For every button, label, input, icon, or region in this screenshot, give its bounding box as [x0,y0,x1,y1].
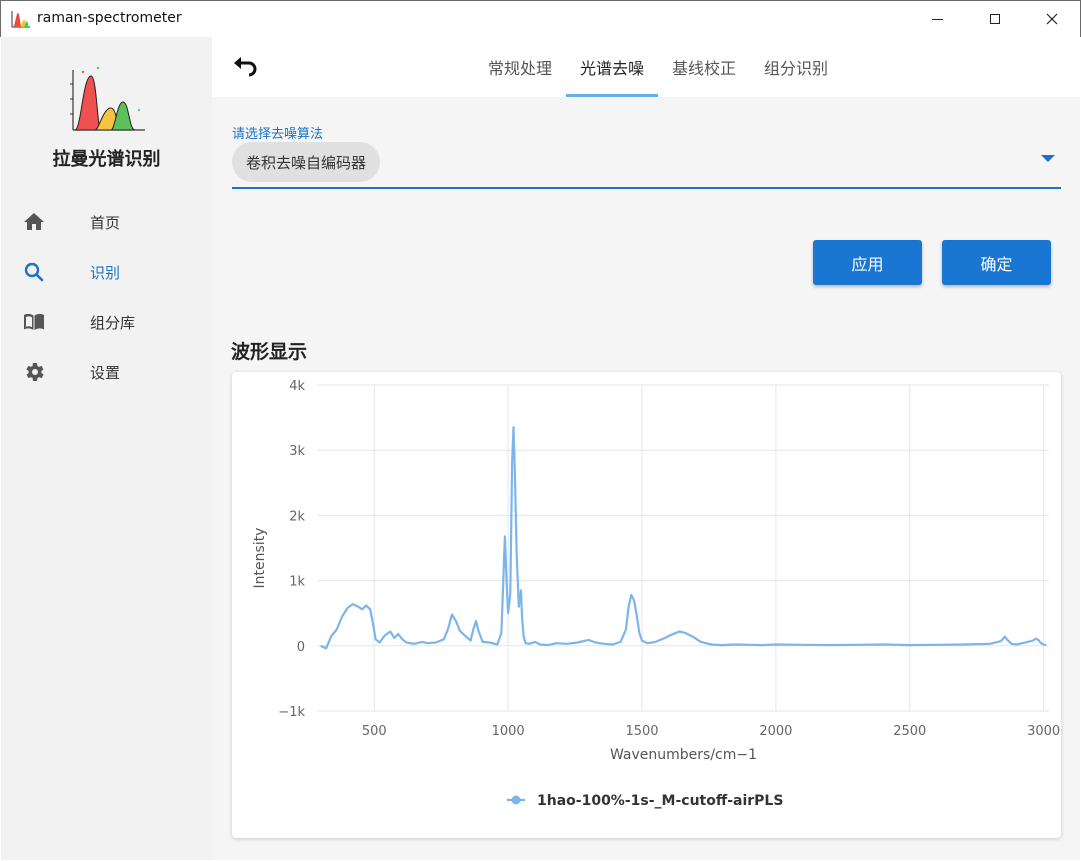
brand-title: 拉曼光谱识别 [52,149,161,170]
sidebar-item-label: 识别 [90,264,121,282]
denoise-algorithm-label: 请选择去噪算法 [232,127,324,142]
y-tick-label: −1k [278,705,305,720]
top-bar: 常规处理 光谱去噪 基线校正 组分识别 [212,37,1080,97]
series-line [320,426,1047,650]
y-tick-label: 1k [289,575,305,590]
window-title: raman-spectrometer [37,10,182,26]
title-bar: raman-spectrometer [0,0,1081,37]
y-tick-label: 4k [289,379,305,394]
maximize-button[interactable] [966,1,1024,37]
close-button[interactable] [1023,1,1081,37]
spectrum-chart: −1k 0 1k 2k 3k 4k 500 1000 1500 2000 2500 3000 Waven… [252,379,1060,809]
sidebar-item-settings[interactable]: 设置 [1,347,212,397]
y-tick-label: 0 [297,640,305,655]
search-icon [24,262,44,282]
x-tick-label: 1500 [625,724,658,739]
y-axis-title: Intensity [252,528,268,589]
sidebar-item-label: 首页 [90,214,121,232]
sidebar-item-label: 组分库 [90,314,136,332]
tab-denoise[interactable]: 光谱去噪 [566,37,659,97]
waveform-chart-card: −1k 0 1k 2k 3k 4k 500 1000 1500 2000 2500 3000 Waven… [232,372,1061,838]
x-tick-label: 2000 [759,724,792,739]
tab-baseline[interactable]: 基线校正 [658,37,750,97]
legend-label: 1hao-100%-1s-_M-cutoff-airPLS [537,793,783,809]
tab-bar: 常规处理 光谱去噪 基线校正 组分识别 [474,37,842,97]
waveform-section-title: 波形显示 [231,341,308,363]
minimize-icon [931,18,943,20]
main-panel: 常规处理 光谱去噪 基线校正 组分识别 请选择去噪算法 卷积去噪自编码器 应用 … [212,37,1080,860]
sidebar-item-home[interactable]: 首页 [1,197,212,247]
home-icon [24,213,44,230]
sidebar-item-label: 设置 [90,364,121,382]
x-tick-label: 2500 [893,724,926,739]
legend-marker-icon [511,795,521,805]
tab-component[interactable]: 组分识别 [750,37,842,97]
close-icon [1046,13,1058,25]
sidebar-item-recognize[interactable]: 识别 [1,247,212,297]
x-axis-title: Wavenumbers/cm−1 [610,747,757,763]
minimize-button[interactable] [908,1,966,37]
selected-algorithm-chip[interactable]: 卷积去噪自编码器 [232,142,381,182]
y-tick-label: 2k [289,509,305,524]
undo-icon[interactable] [230,53,260,81]
apply-button[interactable]: 应用 [813,240,922,285]
confirm-button[interactable]: 确定 [942,240,1051,285]
sidebar-item-library[interactable]: 组分库 [1,297,212,347]
x-tick-label: 3000 [1027,724,1060,739]
gear-icon [26,363,44,381]
tab-general[interactable]: 常规处理 [474,37,566,97]
dropdown-arrow-icon[interactable] [1041,155,1055,162]
sidebar: 拉曼光谱识别 首页 识别 组分库 设置 [1,37,212,860]
book-icon [24,313,44,330]
maximize-icon [990,14,1000,24]
sidebar-nav: 首页 识别 组分库 设置 [1,197,212,397]
y-tick-label: 3k [289,444,305,459]
denoise-algorithm-select[interactable]: 卷积去噪自编码器 [232,141,1061,189]
x-tick-label: 500 [362,724,387,739]
logo-icon [70,66,145,131]
app-icon [11,11,30,28]
x-tick-label: 1000 [492,724,525,739]
